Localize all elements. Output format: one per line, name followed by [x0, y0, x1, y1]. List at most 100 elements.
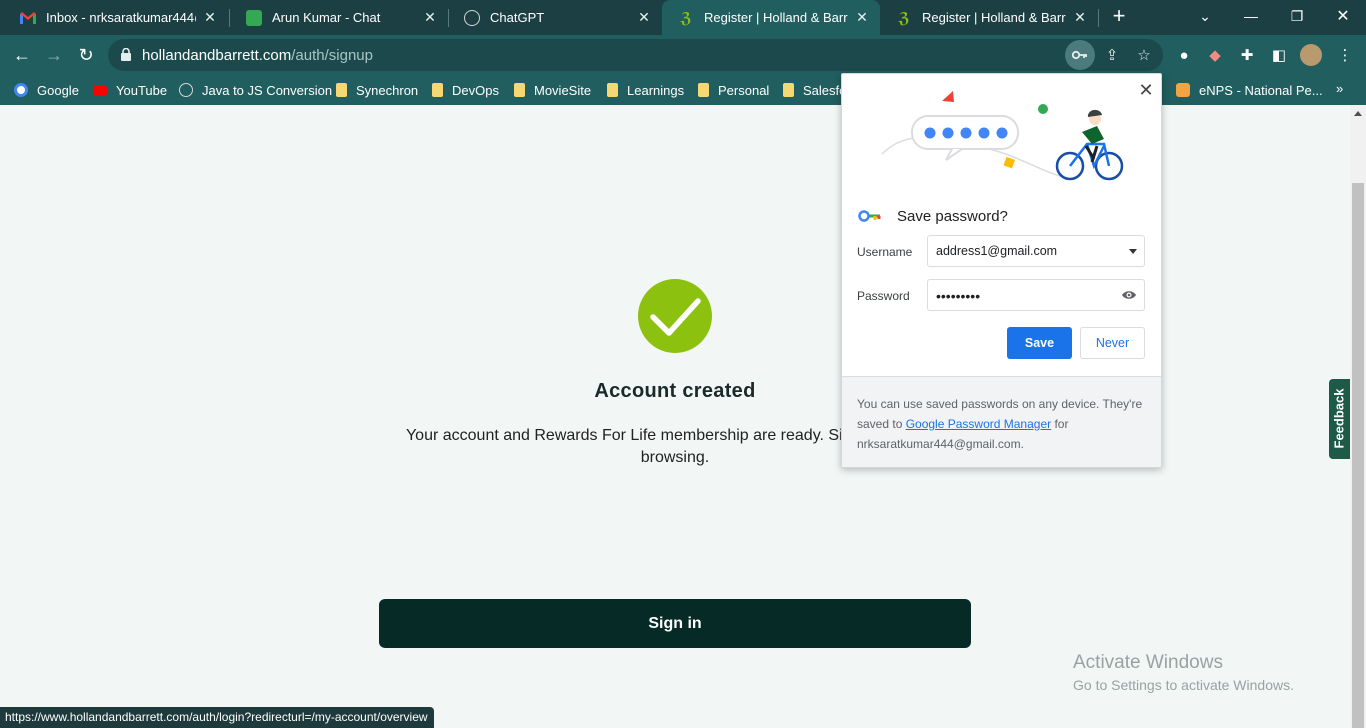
- password-value: •••••••••: [936, 288, 981, 304]
- tab-register[interactable]: ℨ Register | Holland & Barrett - ✕: [880, 0, 1098, 35]
- back-button[interactable]: ←: [8, 41, 36, 69]
- bookmark-label: Google: [37, 82, 79, 98]
- username-value: address1@gmail.com: [936, 244, 1058, 258]
- url-path: /auth/signup: [291, 47, 373, 64]
- enps-icon: [1176, 83, 1190, 97]
- bookmark-label: Learnings: [627, 82, 685, 98]
- bookmark-enps[interactable]: eNPS - National Pe...: [1176, 81, 1323, 99]
- close-icon[interactable]: ✕: [422, 9, 438, 26]
- new-tab-button[interactable]: +: [1108, 5, 1130, 29]
- scrollbar[interactable]: [1350, 105, 1366, 728]
- feedback-tab[interactable]: Feedback: [1329, 379, 1350, 459]
- reload-button[interactable]: ↻: [72, 41, 100, 69]
- bookmark-google[interactable]: Google: [14, 81, 79, 99]
- bookmark-label: YouTube: [116, 82, 168, 98]
- gmail-icon: [20, 10, 36, 26]
- video-extension-icon[interactable]: ◆: [1204, 44, 1226, 66]
- tab-divider: [1098, 9, 1099, 27]
- close-icon[interactable]: ✕: [1135, 79, 1157, 101]
- folder-icon: [336, 83, 347, 97]
- password-manager-key-icon: [858, 210, 881, 222]
- url-host: hollandandbarrett.com: [142, 47, 292, 64]
- extension-icon[interactable]: ●: [1173, 44, 1195, 66]
- bookmark-moviesite[interactable]: MovieSite: [514, 81, 591, 99]
- share-icon[interactable]: ⇪: [1100, 43, 1124, 67]
- menu-kebab-icon[interactable]: ⋮: [1334, 44, 1356, 66]
- bookmark-star-icon[interactable]: ☆: [1132, 43, 1156, 67]
- bookmark-label: MovieSite: [534, 82, 592, 98]
- maximize-button[interactable]: ❐: [1274, 0, 1320, 32]
- scroll-up-arrow[interactable]: [1354, 111, 1362, 116]
- forward-button[interactable]: →: [40, 41, 68, 69]
- bookmark-label: Java to JS Conversion: [202, 82, 333, 98]
- bookmark-label: Synechron: [356, 82, 419, 98]
- folder-icon: [607, 83, 618, 97]
- chevron-down-icon: [1129, 249, 1137, 254]
- google-password-manager-link[interactable]: Google Password Manager: [906, 417, 1051, 431]
- tab-search-button[interactable]: ⌄: [1182, 0, 1228, 32]
- address-bar[interactable]: hollandandbarrett.com/auth/signup ⇪ ☆: [108, 39, 1163, 71]
- tab-title: ChatGPT: [490, 10, 545, 25]
- chatgpt-icon: [179, 83, 193, 97]
- folder-icon: [432, 83, 443, 97]
- tab-gmail[interactable]: Inbox - nrksaratkumar444@g ✕: [4, 0, 228, 35]
- tab-title: Register | Holland & Barrett -: [704, 10, 848, 25]
- extensions-puzzle-icon[interactable]: ✚: [1236, 44, 1258, 66]
- holland-barrett-icon: ℨ: [898, 9, 910, 27]
- folder-icon: [514, 83, 525, 97]
- holland-barrett-icon: ℨ: [680, 9, 692, 27]
- tab-register-active[interactable]: ℨ Register | Holland & Barrett - ✕: [662, 0, 880, 35]
- close-icon[interactable]: ✕: [636, 9, 652, 26]
- minimize-button[interactable]: —: [1228, 0, 1274, 32]
- google-icon: [14, 83, 28, 97]
- bookmark-java-js[interactable]: Java to JS Conversion: [179, 81, 332, 99]
- bookmark-devops[interactable]: DevOps: [432, 81, 499, 99]
- save-password-dialog: ✕ Save password? Username address1@gmail…: [841, 73, 1162, 468]
- tab-title: Arun Kumar - Chat: [272, 10, 381, 25]
- folder-icon: [698, 83, 709, 97]
- password-illustration: [881, 91, 1124, 181]
- url-text: hollandandbarrett.com/auth/signup: [142, 47, 373, 64]
- close-icon[interactable]: ✕: [202, 9, 218, 26]
- password-field[interactable]: •••••••••: [927, 279, 1145, 311]
- youtube-icon: [93, 84, 107, 96]
- feedback-label: Feedback: [1331, 388, 1347, 449]
- tab-title: Register | Holland & Barrett -: [922, 10, 1066, 25]
- bookmarks-overflow-button[interactable]: »: [1336, 81, 1343, 96]
- chatgpt-icon: [464, 9, 480, 26]
- username-label: Username: [857, 245, 913, 259]
- bookmark-label: Personal: [718, 82, 770, 98]
- close-window-button[interactable]: ✕: [1320, 0, 1366, 32]
- lock-icon: [121, 48, 131, 61]
- tab-chat[interactable]: Arun Kumar - Chat ✕: [230, 0, 448, 35]
- bookmark-youtube[interactable]: YouTube: [93, 81, 167, 99]
- watermark-line-1: Activate Windows: [1073, 652, 1223, 673]
- close-icon[interactable]: ✕: [854, 9, 870, 26]
- scrollbar-thumb[interactable]: [1352, 183, 1364, 728]
- eye-icon[interactable]: [1121, 289, 1137, 301]
- dialog-title: Save password?: [897, 208, 1008, 225]
- sign-in-button[interactable]: Sign in: [379, 599, 971, 648]
- bookmark-learnings[interactable]: Learnings: [607, 81, 684, 99]
- password-key-icon[interactable]: [1065, 40, 1095, 70]
- toolbar: ← → ↻ hollandandbarrett.com/auth/signup …: [0, 35, 1366, 75]
- username-select[interactable]: address1@gmail.com: [927, 235, 1145, 267]
- watermark-line-2: Go to Settings to activate Windows.: [1073, 677, 1294, 693]
- profile-avatar[interactable]: [1300, 44, 1322, 66]
- close-icon[interactable]: ✕: [1072, 9, 1088, 26]
- bookmark-label: eNPS - National Pe...: [1199, 82, 1323, 98]
- tab-title: Inbox - nrksaratkumar444@g: [46, 10, 196, 25]
- bookmark-personal[interactable]: Personal: [698, 81, 769, 99]
- dialog-footer: You can use saved passwords on any devic…: [842, 376, 1161, 467]
- never-button[interactable]: Never: [1080, 327, 1145, 359]
- bookmark-label: DevOps: [452, 82, 499, 98]
- bookmark-synechron[interactable]: Synechron: [336, 81, 418, 99]
- tab-chatgpt[interactable]: ChatGPT ✕: [448, 0, 662, 35]
- side-panel-icon[interactable]: ◧: [1268, 44, 1290, 66]
- windows-activation-watermark: Activate Windows Go to Settings to activ…: [1073, 652, 1294, 693]
- bookmark-salesforce[interactable]: Salesfo: [783, 81, 846, 99]
- page-title: Account created: [594, 380, 756, 402]
- tab-strip: Inbox - nrksaratkumar444@g ✕ Arun Kumar …: [0, 0, 1366, 35]
- status-bar-url: https://www.hollandandbarrett.com/auth/l…: [0, 707, 434, 728]
- save-button[interactable]: Save: [1007, 327, 1072, 359]
